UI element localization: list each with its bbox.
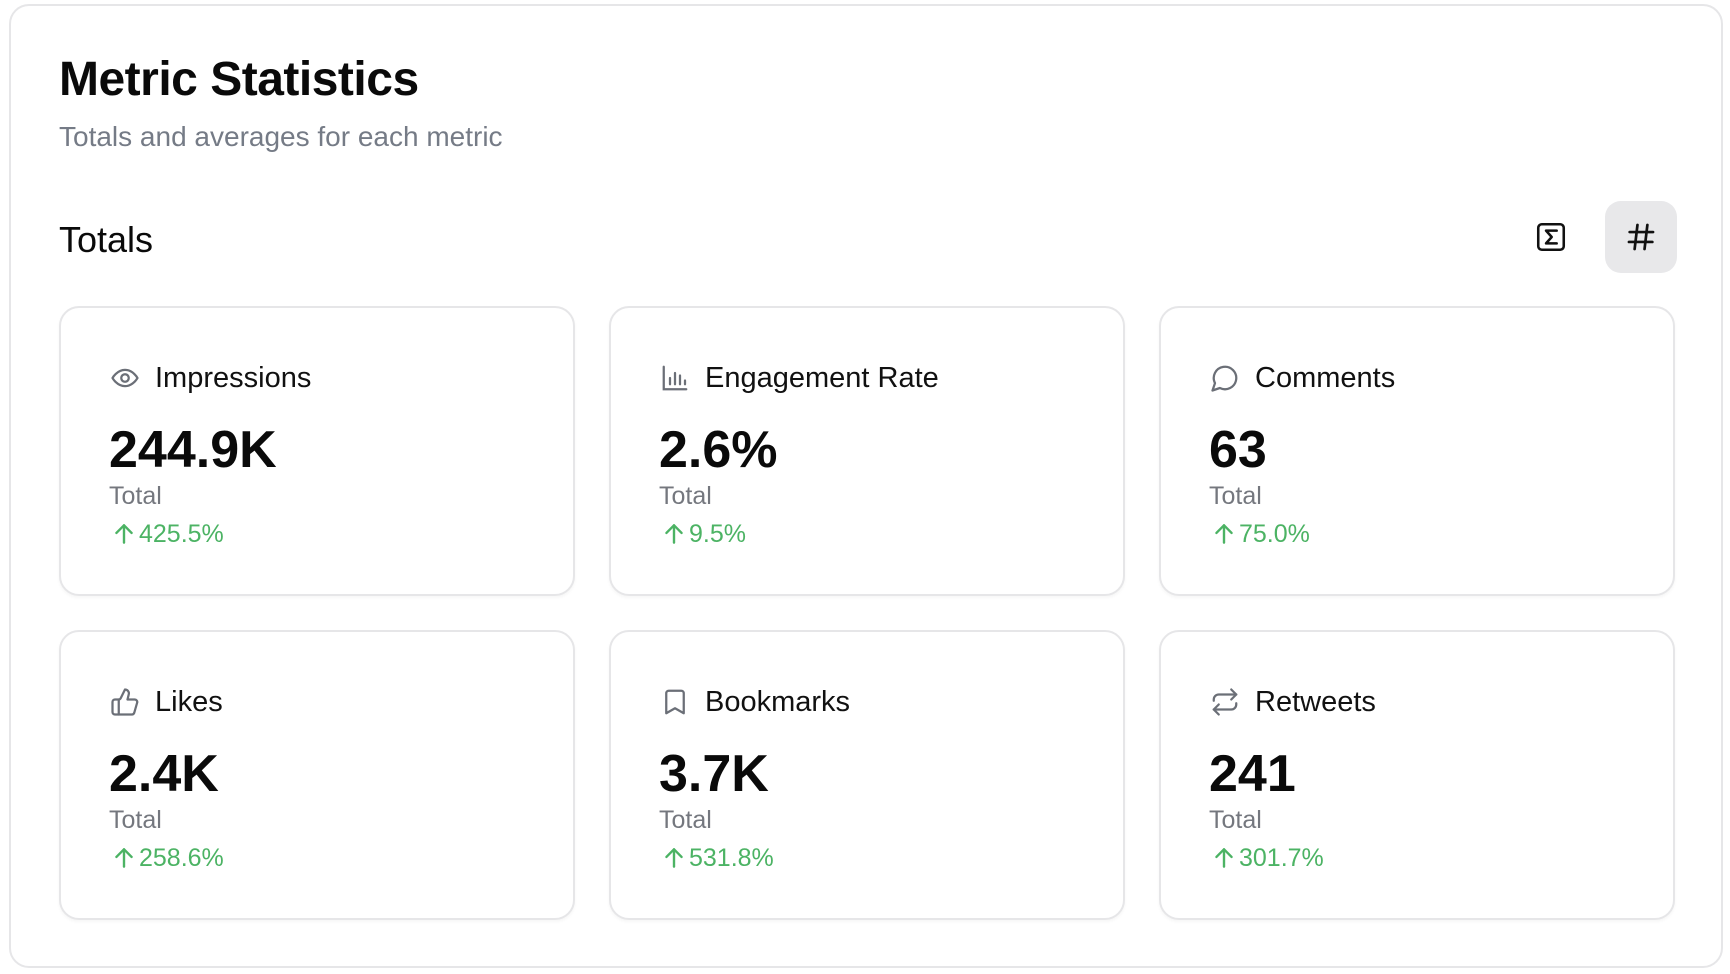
metric-cards-grid: Impressions 244.9K Total 425.5% Engageme… — [59, 306, 1675, 920]
metric-card-bookmarks: Bookmarks 3.7K Total 531.8% — [609, 630, 1125, 920]
card-header: Retweets — [1209, 684, 1376, 720]
page-title: Metric Statistics — [59, 53, 419, 106]
metric-value: 63 — [1209, 421, 1267, 479]
metric-card-impressions: Impressions 244.9K Total 425.5% — [59, 306, 575, 596]
page-subtitle: Totals and averages for each metric — [59, 121, 503, 152]
metric-caption: Total — [659, 482, 712, 510]
metric-card-comments: Comments 63 Total 75.0% — [1159, 306, 1675, 596]
arrow-up-icon — [661, 521, 687, 547]
change-value: 258.6% — [139, 844, 224, 872]
metric-caption: Total — [659, 806, 712, 834]
section-title: Totals — [59, 219, 154, 260]
metric-card-engagement-rate: Engagement Rate 2.6% Total 9.5% — [609, 306, 1125, 596]
card-header: Comments — [1209, 360, 1395, 396]
count-view-button[interactable] — [1605, 201, 1677, 273]
change-indicator: 75.0% — [1211, 518, 1310, 550]
metric-label: Comments — [1255, 362, 1396, 394]
change-value: 301.7% — [1239, 844, 1324, 872]
metric-caption: Total — [109, 482, 162, 510]
metric-label: Retweets — [1255, 686, 1376, 718]
metric-caption: Total — [1209, 482, 1262, 510]
change-indicator: 258.6% — [111, 842, 224, 874]
metric-statistics-panel: Metric Statistics Totals and averages fo… — [9, 4, 1723, 968]
metric-card-likes: Likes 2.4K Total 258.6% — [59, 630, 575, 920]
metric-label: Likes — [155, 686, 223, 718]
metric-label: Engagement Rate — [705, 362, 939, 394]
retweet-icon — [1209, 686, 1241, 718]
card-header: Engagement Rate — [659, 360, 939, 396]
metric-value: 3.7K — [659, 745, 769, 803]
arrow-up-icon — [1211, 521, 1237, 547]
bookmark-icon — [659, 686, 691, 718]
comment-icon — [1209, 362, 1241, 394]
change-indicator: 301.7% — [1211, 842, 1324, 874]
metric-label: Impressions — [155, 362, 312, 394]
metric-value: 2.6% — [659, 421, 778, 479]
change-value: 425.5% — [139, 520, 224, 548]
card-header: Impressions — [109, 360, 311, 396]
metric-caption: Total — [1209, 806, 1262, 834]
card-header: Bookmarks — [659, 684, 850, 720]
thumbs-up-icon — [109, 686, 141, 718]
sigma-icon — [1534, 220, 1568, 254]
hash-icon — [1624, 220, 1658, 254]
metric-label: Bookmarks — [705, 686, 851, 718]
metric-card-retweets: Retweets 241 Total 301.7% — [1159, 630, 1675, 920]
sum-view-button[interactable] — [1515, 201, 1587, 273]
arrow-up-icon — [111, 521, 137, 547]
arrow-up-icon — [661, 845, 687, 871]
metric-value: 244.9K — [109, 421, 277, 479]
eye-icon — [109, 362, 141, 394]
bar-chart-icon — [659, 362, 691, 394]
change-value: 9.5% — [689, 520, 746, 548]
change-indicator: 531.8% — [661, 842, 774, 874]
change-indicator: 425.5% — [111, 518, 224, 550]
change-indicator: 9.5% — [661, 518, 746, 550]
change-value: 531.8% — [689, 844, 774, 872]
metric-value: 2.4K — [109, 745, 219, 803]
arrow-up-icon — [111, 845, 137, 871]
change-value: 75.0% — [1239, 520, 1310, 548]
metric-value: 241 — [1209, 745, 1296, 803]
arrow-up-icon — [1211, 845, 1237, 871]
metric-caption: Total — [109, 806, 162, 834]
card-header: Likes — [109, 684, 223, 720]
